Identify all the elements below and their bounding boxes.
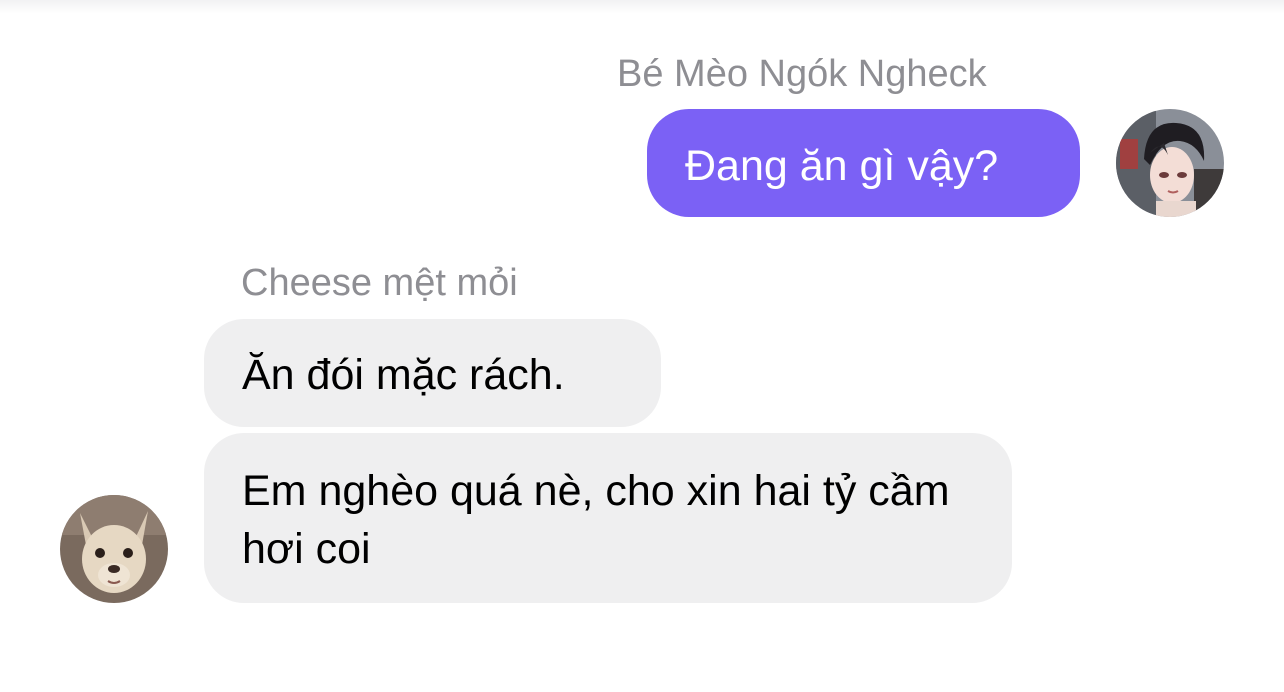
top-edge-shadow [0,0,1284,14]
incoming-message-bubble[interactable]: Ăn đói mặc rách. [204,319,661,427]
incoming-message-bubble[interactable]: Em nghèo quá nè, cho xin hai tỷ cầm hơi … [204,433,1012,603]
outgoing-sender-name: Bé Mèo Ngók Ngheck [617,53,987,95]
incoming-avatar[interactable] [60,495,168,603]
outgoing-message-bubble[interactable]: Đang ăn gì vậy? [647,109,1080,217]
incoming-sender-name: Cheese mệt mỏi [241,262,518,304]
outgoing-avatar[interactable] [1116,109,1224,217]
chihuahua-dog-avatar-icon [60,495,168,603]
anime-boy-avatar-icon [1116,109,1224,217]
